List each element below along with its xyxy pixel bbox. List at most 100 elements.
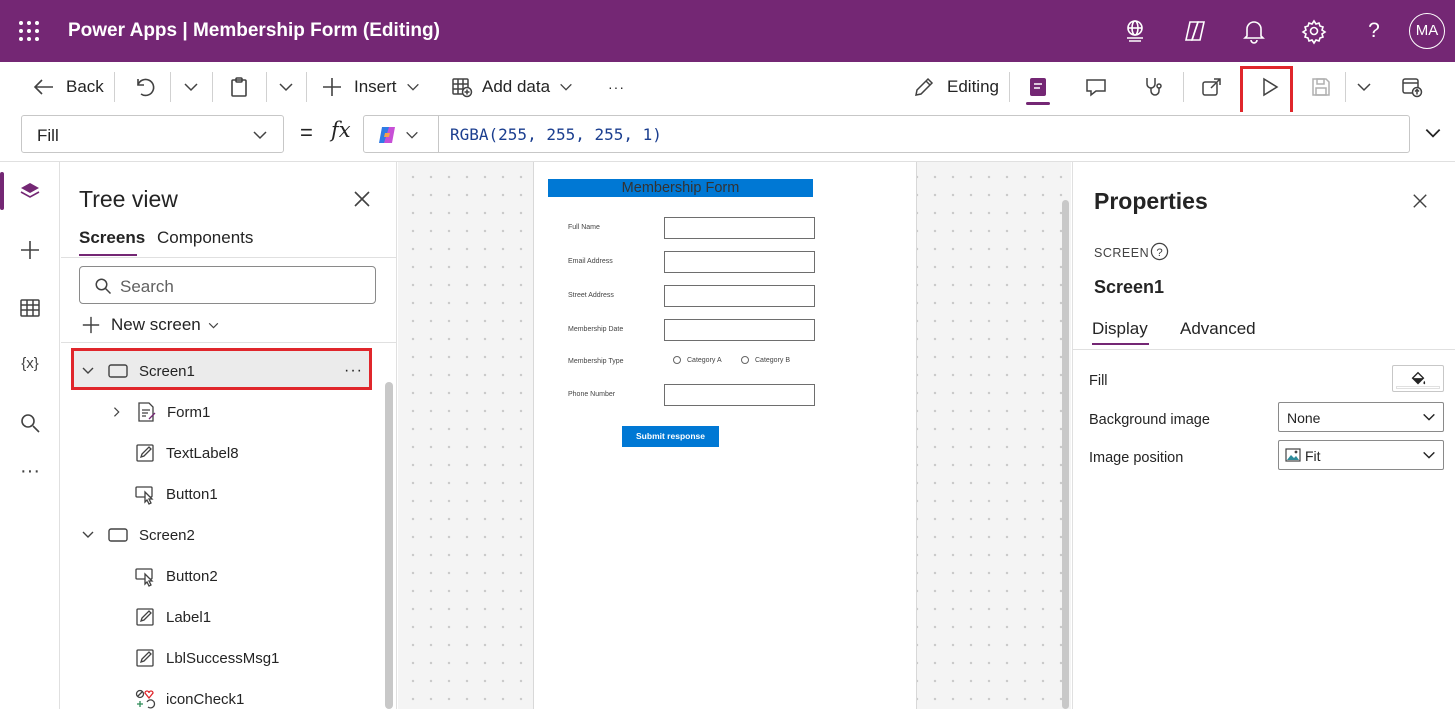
form-title-label[interactable]: Membership Form xyxy=(548,179,813,197)
radio-category-b[interactable]: Category B xyxy=(741,356,790,364)
tree-node-textlabel8[interactable]: TextLabel8 xyxy=(134,441,239,465)
publish-button[interactable] xyxy=(1400,74,1424,100)
tree-search-input[interactable]: Search xyxy=(79,266,376,304)
equals-sign: = xyxy=(300,120,313,145)
plus-icon xyxy=(82,316,100,334)
image-position-dropdown[interactable]: Fit xyxy=(1278,440,1444,470)
canvas-scrollbar[interactable] xyxy=(1062,200,1069,709)
svg-text:?: ? xyxy=(1156,247,1162,259)
tree-node-form1[interactable]: Form1 xyxy=(111,400,210,424)
more-icon[interactable]: ··· xyxy=(18,461,42,486)
image-fit-icon xyxy=(1285,448,1301,462)
search-icon[interactable] xyxy=(18,411,42,435)
waffle-icon[interactable] xyxy=(18,20,40,42)
save-icon xyxy=(1312,78,1330,96)
tree-node-screen2[interactable]: Screen2 xyxy=(81,523,195,547)
help-icon[interactable]: ? xyxy=(1360,17,1388,45)
publish-icon xyxy=(1402,78,1423,98)
save-button[interactable] xyxy=(1309,74,1333,100)
screen1-highlight-box xyxy=(71,348,372,390)
avatar[interactable]: MA xyxy=(1409,13,1445,49)
field-label: Membership Type xyxy=(568,358,624,365)
tree-node-label1[interactable]: Label1 xyxy=(134,605,211,629)
phone-number-input[interactable] xyxy=(664,384,815,406)
play-highlight-box xyxy=(1240,66,1293,116)
field-label: Phone Number xyxy=(568,391,616,398)
undo-dropdown[interactable] xyxy=(182,74,200,100)
close-icon[interactable] xyxy=(1412,193,1428,209)
insert-button[interactable]: Insert xyxy=(321,74,421,100)
copilot-color-icon xyxy=(379,127,395,143)
property-dropdown[interactable]: Fill xyxy=(21,115,284,153)
chevron-down-icon xyxy=(1423,413,1435,421)
environment-icon[interactable] xyxy=(1121,17,1149,45)
formula-input[interactable]: RGBA(255, 255, 255, 1) xyxy=(363,115,1410,153)
street-address-input[interactable] xyxy=(664,285,815,307)
fx-icon: fx xyxy=(331,118,351,142)
undo-icon xyxy=(137,78,155,97)
comment-icon xyxy=(1086,79,1106,97)
background-image-dropdown[interactable]: None xyxy=(1278,402,1444,432)
add-data-button[interactable]: Add data xyxy=(451,74,574,100)
tree-node-button2[interactable]: Button2 xyxy=(134,564,218,588)
chevron-down-icon xyxy=(406,131,418,139)
save-dropdown[interactable] xyxy=(1355,74,1373,100)
share-button[interactable] xyxy=(1200,74,1224,100)
membership-date-input[interactable] xyxy=(664,319,815,341)
chevron-down-icon xyxy=(1423,451,1435,459)
form-icon xyxy=(138,402,156,422)
tab-display[interactable]: Display xyxy=(1092,319,1148,339)
chevron-down-icon xyxy=(279,83,293,92)
copilot-formula-button[interactable] xyxy=(376,124,428,146)
insert-plus-icon[interactable] xyxy=(18,238,42,262)
submit-response-button[interactable]: Submit response xyxy=(622,426,719,447)
email-address-input[interactable] xyxy=(664,251,815,273)
gear-icon[interactable] xyxy=(1300,17,1328,45)
copilot-icon[interactable] xyxy=(1181,17,1209,45)
chevron-right-icon xyxy=(114,407,120,417)
more-commands-button[interactable]: ··· xyxy=(608,74,625,100)
app-checker-button[interactable] xyxy=(1142,74,1166,100)
fill-color-picker[interactable] xyxy=(1392,365,1444,392)
radio-circle xyxy=(673,356,681,364)
design-canvas[interactable]: Membership Form Full Name Email Address … xyxy=(398,162,1071,709)
chevron-down-icon xyxy=(1357,83,1371,92)
app-header: Power Apps | Membership Form (Editing) ?… xyxy=(0,0,1455,62)
tree-node-button1[interactable]: Button1 xyxy=(134,482,218,506)
chevron-down-icon xyxy=(82,531,94,538)
table-add-icon xyxy=(452,78,473,98)
formula-text: RGBA(255, 255, 255, 1) xyxy=(450,125,662,144)
chevron-down-icon xyxy=(560,83,572,91)
data-table-icon[interactable] xyxy=(18,296,42,320)
field-label: Membership Date xyxy=(568,326,624,333)
help-circle-icon[interactable]: ? xyxy=(1150,242,1169,261)
tab-advanced[interactable]: Advanced xyxy=(1180,319,1256,339)
tree-node-iconcheck1[interactable]: iconCheck1 xyxy=(134,687,244,711)
paste-dropdown[interactable] xyxy=(277,74,295,100)
bell-icon[interactable] xyxy=(1240,17,1268,45)
tab-screens[interactable]: Screens xyxy=(79,228,145,248)
chevron-down-icon xyxy=(208,322,219,328)
undo-button[interactable] xyxy=(132,74,156,100)
radio-category-a[interactable]: Category A xyxy=(673,356,722,364)
icons-icon xyxy=(135,689,156,709)
close-icon[interactable] xyxy=(353,190,371,208)
screen-preview[interactable]: Membership Form Full Name Email Address … xyxy=(533,162,917,709)
field-label: Full Name xyxy=(568,224,600,231)
tree-view-title: Tree view xyxy=(79,186,178,212)
expand-formula-icon[interactable] xyxy=(1423,123,1443,143)
new-screen-button[interactable]: New screen xyxy=(81,314,220,336)
variables-icon[interactable]: {x} xyxy=(16,355,44,379)
layers-icon[interactable] xyxy=(18,180,42,204)
comments-button[interactable] xyxy=(1084,74,1108,100)
background-image-label: Background image xyxy=(1089,412,1210,428)
tree-node-lblsuccessmsg1[interactable]: LblSuccessMsg1 xyxy=(134,646,279,670)
back-button[interactable]: Back xyxy=(32,74,104,100)
full-name-input[interactable] xyxy=(664,217,815,239)
stethoscope-icon xyxy=(1146,78,1162,96)
paste-button[interactable] xyxy=(227,74,251,100)
tab-components[interactable]: Components xyxy=(157,228,253,248)
tree-scrollbar[interactable] xyxy=(385,382,393,709)
app-checker-panel-button[interactable] xyxy=(1026,74,1050,100)
editing-mode-button[interactable]: Editing xyxy=(913,74,999,100)
